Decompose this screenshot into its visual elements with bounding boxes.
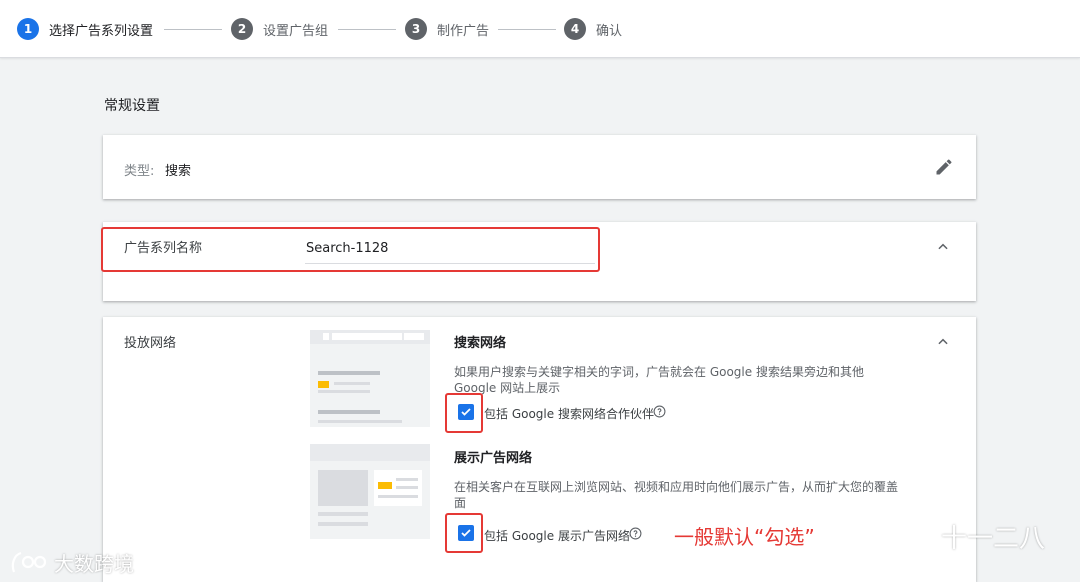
section-title: 常规设置 bbox=[104, 98, 160, 114]
campaign-type-card[interactable]: 类型: 搜索 bbox=[103, 135, 976, 199]
annotation-text: 一般默认“勾选” bbox=[674, 525, 815, 549]
edit-icon[interactable] bbox=[934, 157, 954, 177]
search-network-illustration bbox=[310, 330, 430, 427]
network-card: 投放网络 搜索网络 如果用户搜索与关键字相关的字词，广告就会在 Google 搜… bbox=[103, 317, 976, 582]
search-network-description: 如果用户搜索与关键字相关的字词，广告就会在 Google 搜索结果旁边和其他 G… bbox=[454, 365, 864, 395]
search-partners-label: 包括 Google 搜索网络合作伙伴 bbox=[484, 407, 654, 421]
search-network-heading: 搜索网络 bbox=[454, 336, 507, 351]
watermark-right: 十一二八 bbox=[895, 518, 1045, 555]
stepper: 1 选择广告系列设置 2 设置广告组 3 制作广告 4 确认 bbox=[0, 0, 1080, 58]
type-label: 类型: bbox=[124, 164, 155, 179]
step-2-label: 设置广告组 bbox=[263, 23, 329, 39]
step-3-number: 3 bbox=[405, 18, 427, 40]
step-3[interactable]: 3 制作广告 bbox=[405, 17, 489, 41]
help-icon[interactable] bbox=[629, 527, 642, 540]
type-value: 搜索 bbox=[165, 164, 192, 179]
step-1-number: 1 bbox=[17, 18, 39, 40]
watermark-left-text: 大数跨境 bbox=[54, 552, 134, 576]
display-network-label: 包括 Google 展示广告网络 bbox=[484, 529, 630, 543]
display-network-heading: 展示广告网络 bbox=[454, 451, 533, 466]
step-3-label: 制作广告 bbox=[437, 23, 490, 39]
wechat-icon bbox=[896, 522, 933, 550]
step-2-number: 2 bbox=[231, 18, 253, 40]
watermark-right-text: 十一二八 bbox=[941, 524, 1046, 554]
chevron-up-icon[interactable] bbox=[936, 240, 950, 254]
step-4-label: 确认 bbox=[596, 23, 623, 39]
highlight-search-checkbox bbox=[445, 393, 483, 433]
step-4-number: 4 bbox=[564, 18, 586, 40]
step-1-label: 选择广告系列设置 bbox=[49, 23, 154, 39]
display-network-description: 在相关客户在互联网上浏览网站、视频和应用时向他们展示广告，从而扩大您的覆盖面 bbox=[454, 480, 899, 510]
step-2[interactable]: 2 设置广告组 bbox=[231, 17, 328, 41]
step-4[interactable]: 4 确认 bbox=[564, 17, 622, 41]
network-label: 投放网络 bbox=[124, 336, 177, 351]
step-connector bbox=[338, 29, 396, 30]
step-connector bbox=[498, 29, 556, 30]
watermark-left: 大数跨境 bbox=[10, 548, 134, 577]
step-connector bbox=[164, 29, 222, 30]
display-network-illustration bbox=[310, 444, 430, 539]
step-1[interactable]: 1 选择广告系列设置 bbox=[17, 17, 153, 41]
highlight-display-checkbox bbox=[445, 513, 483, 553]
chevron-up-icon[interactable] bbox=[936, 335, 950, 349]
brand-logo-icon bbox=[11, 551, 47, 572]
highlight-campaign-name bbox=[101, 227, 600, 272]
help-icon[interactable] bbox=[653, 405, 666, 418]
